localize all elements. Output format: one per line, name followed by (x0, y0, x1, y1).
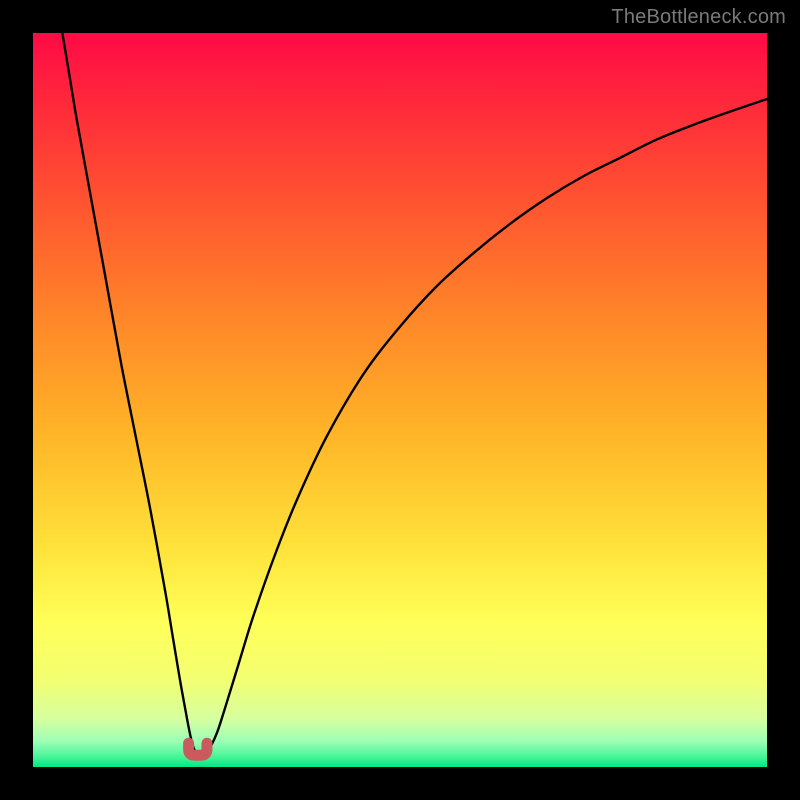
watermark-text: TheBottleneck.com (611, 6, 786, 29)
chart-frame: TheBottleneck.com (0, 0, 800, 800)
optimum-marker (33, 33, 767, 767)
plot-area (33, 33, 767, 767)
